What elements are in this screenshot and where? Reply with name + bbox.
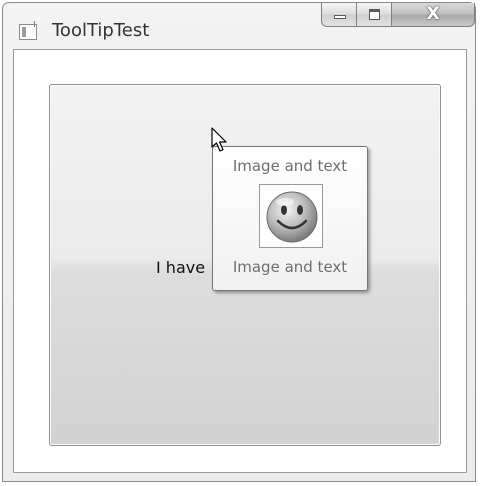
close-button[interactable]: X [391,3,475,27]
window-title: ToolTipTest [52,20,150,41]
maximize-button[interactable] [356,3,392,27]
maximize-icon [369,9,380,20]
main-button-label: I have [156,258,206,277]
caption-buttons: X [321,3,475,31]
tooltip-bottom-text: Image and text [232,258,348,276]
smiley-face-icon [259,184,323,248]
close-icon: X [426,4,440,24]
title-bar[interactable]: ToolTipTest X [3,3,475,47]
tooltip-popup: Image and text Image and text [212,146,368,291]
mouse-cursor-icon [211,127,227,152]
minimize-button[interactable] [321,3,357,27]
tooltip-top-text: Image and text [232,157,348,175]
app-icon[interactable] [19,21,37,40]
minimize-icon [334,15,346,19]
